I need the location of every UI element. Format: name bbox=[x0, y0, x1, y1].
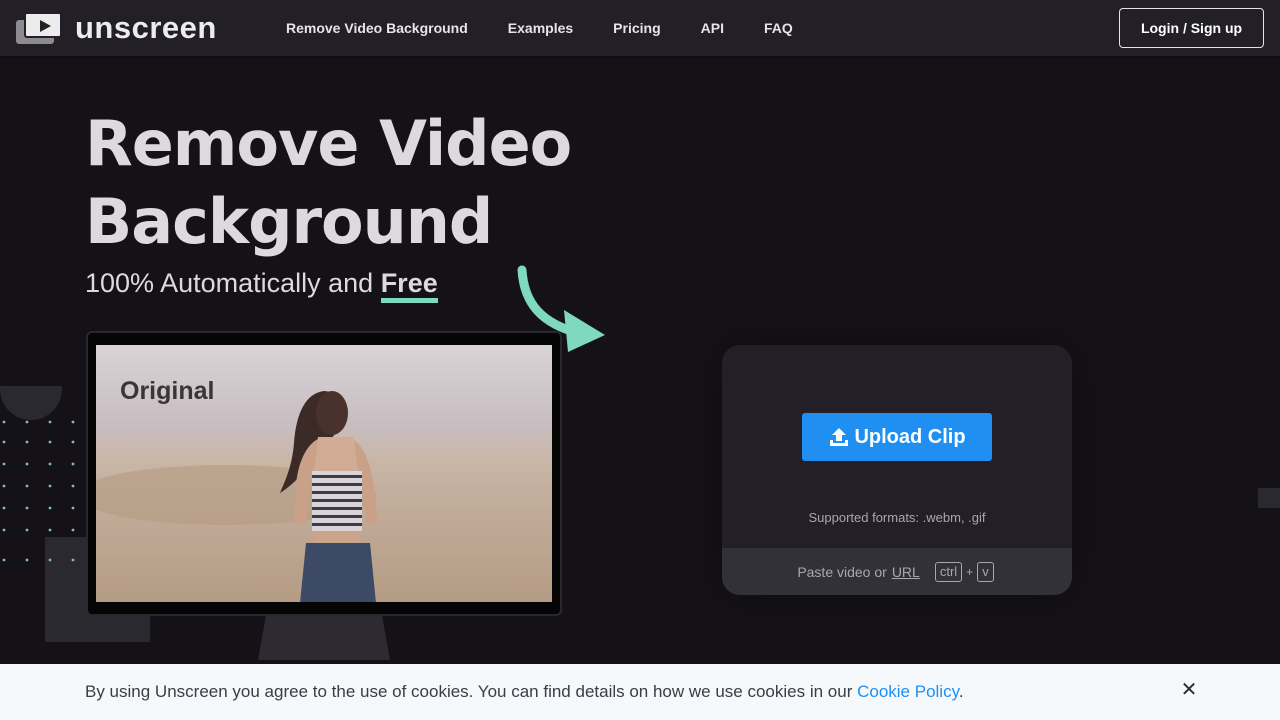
cookie-banner: By using Unscreen you agree to the use o… bbox=[0, 664, 1280, 720]
subtitle-prefix: 100% Automatically and bbox=[85, 268, 381, 298]
login-signup-button[interactable]: Login / Sign up bbox=[1119, 8, 1264, 48]
monitor-stand bbox=[258, 616, 390, 660]
shortcut-keys: ctrl + v bbox=[932, 561, 997, 582]
paste-prefix: Paste video or bbox=[797, 563, 887, 580]
page-title: Remove Video Background bbox=[85, 105, 625, 261]
preview-monitor: Original bbox=[86, 331, 562, 616]
cookie-message: By using Unscreen you agree to the use o… bbox=[85, 682, 858, 701]
decorative-block bbox=[1258, 488, 1280, 508]
logo[interactable]: unscreen bbox=[16, 12, 217, 44]
upload-icon bbox=[830, 428, 849, 446]
video-play-logo-icon bbox=[16, 12, 62, 44]
upload-clip-button[interactable]: Upload Clip bbox=[802, 413, 992, 461]
decorative-semicircle bbox=[0, 386, 62, 420]
main-menu: Remove Video Background Examples Pricing… bbox=[266, 0, 813, 56]
brand-name: unscreen bbox=[75, 10, 217, 45]
upload-card: Upload Clip Supported formats: .webm, .g… bbox=[722, 345, 1072, 595]
key-plus: + bbox=[966, 564, 974, 579]
cookie-suffix: . bbox=[958, 682, 964, 701]
nav-faq[interactable]: FAQ bbox=[744, 20, 813, 36]
nav-pricing[interactable]: Pricing bbox=[593, 20, 680, 36]
supported-formats: Supported formats: .webm, .gif bbox=[808, 510, 986, 525]
key-v: v bbox=[977, 561, 994, 582]
preview-video[interactable]: Original bbox=[96, 345, 552, 602]
decorative-dot-grid bbox=[2, 420, 75, 562]
cookie-policy-link[interactable]: Cookie Policy bbox=[857, 682, 959, 701]
subtitle-emphasis: Free bbox=[380, 268, 438, 303]
hero-subtitle: 100% Automatically and Free bbox=[85, 268, 438, 303]
title-line-1: Remove Video bbox=[85, 107, 572, 180]
top-navbar: unscreen Remove Video Background Example… bbox=[0, 0, 1280, 56]
title-line-2: Background bbox=[85, 185, 493, 258]
preview-label: Original bbox=[120, 377, 215, 405]
nav-examples[interactable]: Examples bbox=[488, 20, 593, 36]
cookie-text: By using Unscreen you agree to the use o… bbox=[85, 682, 964, 702]
nav-api[interactable]: API bbox=[681, 20, 744, 36]
upload-clip-label: Upload Clip bbox=[854, 425, 966, 448]
paste-bar[interactable]: Paste video or URL ctrl + v bbox=[722, 548, 1072, 595]
url-link[interactable]: URL bbox=[892, 564, 920, 580]
woman-in-desert-image bbox=[280, 391, 378, 602]
key-ctrl: ctrl bbox=[934, 561, 963, 582]
nav-remove-video-background[interactable]: Remove Video Background bbox=[266, 20, 488, 36]
close-icon[interactable]: ✕ bbox=[1178, 678, 1200, 700]
